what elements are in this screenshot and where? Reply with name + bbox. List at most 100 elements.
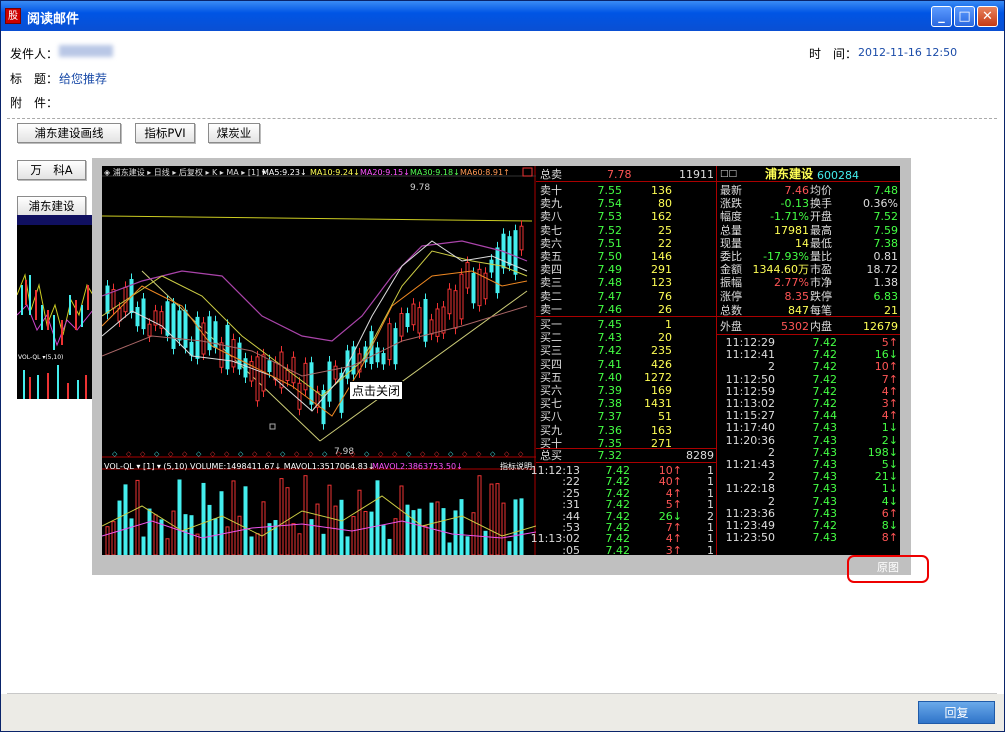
candle (279, 351, 284, 389)
orderbook-cell: 18.72 (866, 263, 899, 277)
svg-text:MA10:9.24↓: MA10:9.24↓ (310, 168, 360, 177)
close-tooltip[interactable]: 点击关闭 (349, 381, 404, 400)
volume-bar (399, 485, 404, 555)
title-bar[interactable]: 股 阅读邮件 _ □ ✕ (1, 1, 1004, 31)
orderbook-cell: 7.52 (873, 210, 899, 224)
time-label: 时 间： (809, 47, 858, 61)
signal-marker: ◇ (392, 450, 398, 458)
signal-marker: ◇ (308, 450, 314, 458)
orderbook-cell: 委比 (720, 250, 742, 263)
orderbook-cell: 7.35 (597, 436, 623, 450)
volume-bar (129, 518, 134, 555)
orderbook-cell: □□ (720, 169, 738, 179)
volume-bar (489, 483, 494, 555)
volume-bar (483, 530, 488, 555)
close-button[interactable]: ✕ (977, 6, 998, 27)
volume-bar (135, 479, 140, 555)
orderbook-cell: 7.43 (597, 331, 623, 345)
signal-marker: ◇ (434, 450, 440, 458)
orderbook-cell: 11:12:41 (725, 348, 775, 362)
orderbook-cell: 7.59 (873, 223, 899, 237)
signal-marker: ◇ (182, 450, 188, 458)
orderbook-cell: 8.35 (784, 289, 810, 303)
orderbook-cell: 市净 (810, 276, 832, 290)
orderbook-cell: 7↑ (881, 372, 898, 386)
original-image-link[interactable]: 原图 (877, 559, 899, 575)
volume-bar (357, 489, 362, 555)
orderbook-cell: 7.47 (597, 289, 623, 303)
reply-button[interactable]: 回复 (918, 701, 995, 724)
volume-bar (279, 478, 284, 555)
signal-marker: ◇ (364, 450, 370, 458)
orderbook-cell: 7.42 (812, 360, 838, 374)
orderbook-cell: 5↑ (881, 336, 898, 349)
orderbook-cell: 买八 (540, 410, 562, 424)
stock-screenshot[interactable]: ◈ 浦东建设 ▸ 日线 ▸ 后复权 ▸ K ▸ MA ▸ [1] ▾ MA5:9… (102, 166, 900, 555)
maximize-button[interactable]: □ (954, 6, 975, 27)
orderbook-cell: 7.41 (597, 357, 623, 371)
sender-label: 发件人： (10, 47, 59, 61)
vanke-button[interactable]: 万 科A (17, 160, 86, 180)
orderbook-cell: 847 (788, 304, 809, 317)
orderbook-cell: 11:21:43 (725, 458, 775, 471)
orderbook-cell: 买七 (540, 397, 562, 411)
candle (105, 285, 110, 314)
signal-marker: ◇ (476, 450, 482, 458)
orderbook-cell: 2.77% (774, 276, 809, 290)
orderbook-cell: 7.53 (597, 210, 623, 224)
volume-bar (207, 504, 212, 555)
orderbook-cell: 7.45 (597, 318, 623, 331)
orderbook-cell: 7.43 (812, 506, 838, 520)
signal-marker: ◇ (238, 450, 244, 458)
volume-bar (153, 514, 158, 555)
orderbook-cell: 16↓ (874, 348, 898, 362)
volume-bar (345, 536, 350, 555)
volume-bar (303, 475, 308, 555)
orderbook-cell: 271 (651, 436, 672, 450)
window-title: 阅读邮件 (27, 12, 80, 27)
orderbook-cell: 7.37 (597, 410, 623, 424)
orderbook-cell: 1431 (644, 397, 672, 411)
candle (393, 328, 398, 365)
orderbook-cell: 最新 (720, 184, 742, 197)
orderbook-cell: 1 (707, 543, 714, 555)
volume-bar (123, 484, 128, 555)
pudong-button[interactable]: 浦东建设 (17, 196, 86, 216)
candle (381, 353, 386, 365)
volume-bar (465, 536, 470, 555)
volume-bar (159, 519, 164, 555)
orderbook-cell: 11:23:49 (725, 519, 775, 532)
orderbook-cell: 11:13:02 (725, 397, 775, 410)
orderbook-cell: 内盘 (810, 320, 832, 333)
orderbook-cell: 8↓ (881, 519, 898, 532)
orderbook-cell: 51 (658, 410, 672, 424)
minimize-button[interactable]: _ (931, 6, 952, 27)
volume-bar (501, 502, 506, 555)
volume-bar (519, 498, 524, 555)
candle (309, 362, 314, 405)
orderbook-cell: 146 (651, 250, 672, 263)
volume-bar (219, 491, 224, 555)
draw-line-button[interactable]: 浦东建设画线 (17, 123, 121, 143)
orderbook-cell: 买三 (540, 344, 562, 358)
candle (267, 360, 272, 373)
volume-bar (477, 475, 482, 555)
signal-marker: ◇ (196, 450, 202, 458)
orderbook-cell: 7.32 (597, 449, 623, 462)
candle (219, 342, 224, 368)
coal-industry-button[interactable]: 煤炭业 (208, 123, 260, 143)
orderbook-cell: 11:15:27 (725, 409, 775, 423)
svg-text:MA5:9.23↓: MA5:9.23↓ (262, 168, 307, 177)
chart-thumbnail[interactable]: VOL-QL ▾(5,10) (17, 215, 93, 399)
time-value: 2012-11-16 12:50 (858, 46, 958, 59)
volume-bar (297, 533, 302, 555)
pvi-indicator-button[interactable]: 指标PVI (135, 123, 195, 143)
orderbook-cell: 4↓ (881, 494, 898, 508)
orderbook-cell: 7.42 (812, 336, 838, 349)
orderbook-cell: 总卖 (540, 168, 562, 181)
orderbook-cell: 25 (658, 223, 672, 237)
candle (375, 347, 380, 363)
volume-bar (411, 510, 416, 555)
orderbook-cell: 600284 (817, 169, 859, 182)
candle (231, 339, 236, 368)
